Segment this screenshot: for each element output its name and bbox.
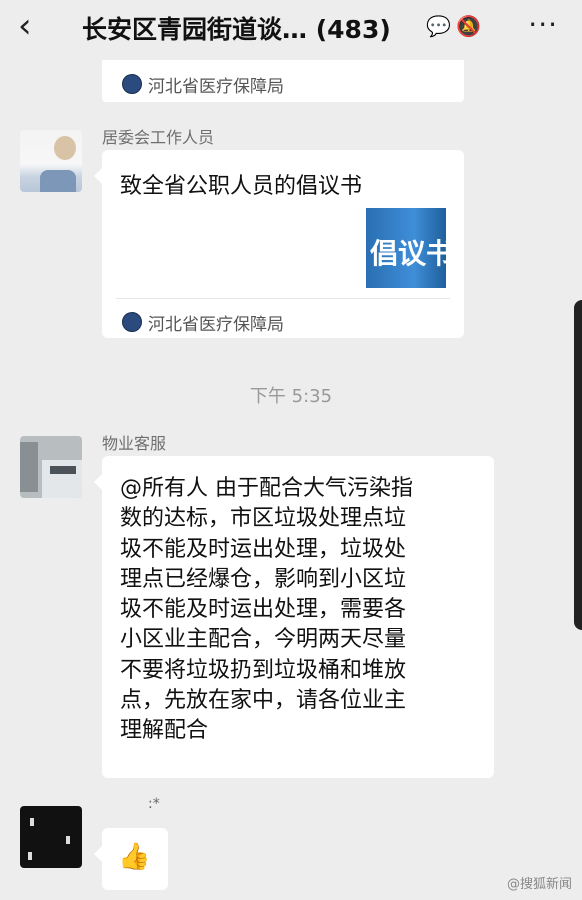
avatar-mark [66, 836, 70, 844]
avatar-shape [50, 466, 76, 474]
link-card-message[interactable]: 致全省公职人员的倡议书 倡议书 河北省医疗保障局 [94, 150, 464, 338]
group-name: 长安区青园街道谈… [82, 15, 308, 44]
avatar-mark [28, 852, 32, 860]
avatar[interactable] [20, 806, 82, 868]
chat-title[interactable]: 长安区青园街道谈… (483) [82, 10, 391, 46]
card-source: 河北省医疗保障局 [122, 310, 284, 335]
member-count: (483) [315, 15, 391, 44]
link-card-tail[interactable]: 河北省医疗保障局 [102, 60, 464, 102]
more-dots-icon[interactable]: ··· [528, 8, 558, 41]
text-message[interactable]: @所有人 由于配合大气污染指 数的达标，市区垃圾处理点垃 圾不能及时运出处理，垃… [94, 456, 494, 778]
sender-name: :* [148, 796, 160, 812]
source-logo-icon [122, 74, 142, 94]
source-name: 河北省医疗保障局 [148, 76, 284, 97]
edge-shadow [574, 300, 582, 630]
source-name: 河北省医疗保障局 [148, 314, 284, 335]
avatar-body [40, 170, 76, 192]
thumbs-up-icon: 👍 [118, 842, 151, 872]
card-source: 河北省医疗保障局 [122, 72, 284, 97]
chat-header: ‹ 长安区青园街道谈… (483) 💬 🔕 ··· [0, 0, 582, 56]
mute-bell-icon: 🔕 [456, 14, 481, 38]
card-thumbnail: 倡议书 [366, 208, 446, 288]
thumbnail-text: 倡议书 [370, 237, 446, 270]
avatar-mark [30, 818, 34, 826]
timestamp: 下午 5:35 [249, 386, 333, 407]
emoji-message[interactable]: 👍 [94, 828, 168, 890]
card-title: 致全省公职人员的倡议书 [120, 174, 363, 199]
watermark: @搜狐新闻 [506, 877, 572, 892]
avatar[interactable] [20, 436, 82, 498]
back-arrow-icon[interactable]: ‹ [18, 6, 32, 46]
source-logo-icon [122, 312, 142, 332]
avatar[interactable] [20, 130, 82, 192]
sender-name: 居委会工作人员 [102, 128, 215, 147]
avatar-head [54, 136, 76, 160]
chat-bubble-icon: 💬 [426, 14, 451, 38]
card-divider [116, 298, 450, 299]
sender-name: 物业客服 [102, 434, 167, 453]
avatar-shape [20, 442, 38, 492]
message-text: @所有人 由于配合大气污染指 数的达标，市区垃圾处理点垃 圾不能及时运出处理，垃… [120, 476, 413, 744]
